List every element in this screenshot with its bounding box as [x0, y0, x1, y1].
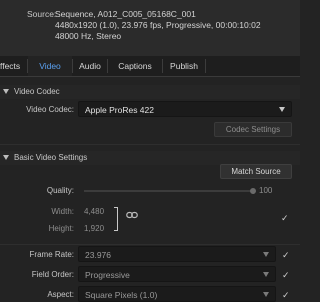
quality-value[interactable]: 100: [259, 186, 272, 195]
tab-effects[interactable]: ffects: [0, 56, 26, 76]
section-divider: [0, 144, 300, 145]
settings-tabs: ffects Video Audio Captions Publish: [0, 56, 300, 77]
frame-rate-label: Frame Rate:: [29, 250, 74, 259]
disclosure-triangle-icon: [3, 89, 9, 94]
section-divider: [0, 244, 300, 245]
quality-slider[interactable]: [84, 190, 254, 192]
chain-link-icon[interactable]: [126, 211, 138, 219]
match-source-button[interactable]: Match Source: [220, 164, 292, 179]
video-codec-value: Apple ProRes 422: [85, 105, 154, 115]
video-codec-section-header[interactable]: Video Codec: [0, 85, 300, 99]
section-title: Basic Video Settings: [14, 153, 88, 162]
source-line-3: 48000 Hz, Stereo: [55, 31, 122, 41]
tab-audio[interactable]: Audio: [73, 56, 107, 76]
aspect-match-checkbox[interactable]: ✓: [282, 291, 290, 300]
chevron-down-icon: [279, 107, 285, 112]
export-summary: Source: Sequence, A012_C005_05168C_001 4…: [0, 0, 300, 56]
source-line-1: Sequence, A012_C005_05168C_001: [55, 9, 196, 19]
quality-label: Quality:: [46, 186, 74, 195]
disclosure-triangle-icon: [3, 155, 9, 160]
source-line-2: 4480x1920 (1.0), 23.976 fps, Progressive…: [55, 20, 261, 30]
video-codec-label: Video Codec:: [26, 105, 74, 114]
match-source-dimensions-checkbox[interactable]: ✓: [281, 214, 289, 223]
field-order-value: Progressive: [85, 270, 130, 280]
source-label: Source:: [27, 9, 57, 19]
aspect-label: Aspect:: [47, 290, 74, 299]
field-order-label: Field Order:: [31, 270, 74, 279]
tab-publish[interactable]: Publish: [163, 56, 205, 76]
field-order-match-checkbox[interactable]: ✓: [282, 271, 290, 280]
codec-settings-button[interactable]: Codec Settings: [214, 122, 292, 137]
width-label: Width:: [51, 207, 74, 216]
height-value[interactable]: 1,920: [84, 224, 104, 233]
video-codec-dropdown[interactable]: Apple ProRes 422: [78, 101, 292, 117]
quality-slider-thumb[interactable]: [250, 188, 256, 194]
chevron-down-icon: [263, 272, 269, 277]
frame-rate-match-checkbox[interactable]: ✓: [282, 251, 290, 260]
tab-video[interactable]: Video: [28, 56, 72, 76]
basic-video-settings-section-header[interactable]: Basic Video Settings: [0, 151, 300, 165]
chevron-down-icon: [263, 252, 269, 257]
chevron-down-icon: [263, 292, 269, 297]
tab-divider: [205, 59, 206, 73]
height-label: Height:: [48, 224, 74, 233]
width-value[interactable]: 4,480: [84, 207, 104, 216]
aspect-value: Square Pixels (1.0): [85, 290, 158, 300]
tab-captions[interactable]: Captions: [108, 56, 162, 76]
frame-rate-dropdown[interactable]: 23.976: [78, 246, 276, 262]
field-order-dropdown[interactable]: Progressive: [78, 266, 276, 282]
dimension-link-bracket: [114, 207, 118, 231]
frame-rate-value: 23.976: [85, 250, 111, 260]
section-title: Video Codec: [14, 87, 60, 96]
